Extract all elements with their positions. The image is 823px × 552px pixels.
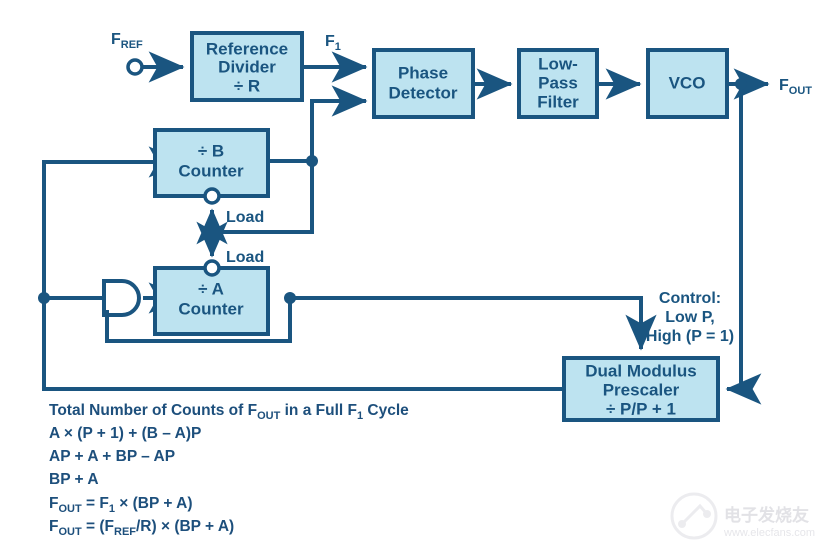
a-counter-line2: Counter	[178, 299, 244, 318]
formula-line-4: BP + A	[49, 471, 99, 488]
b-counter-line1: ÷ B	[198, 141, 224, 160]
formula-line-6: FOUT = (FREF/R) × (BP + A)	[49, 518, 234, 538]
junction-a-counter-output	[284, 292, 296, 304]
junction-b-counter-output	[306, 155, 318, 167]
prescaler-line3: ÷ P/P + 1	[606, 399, 676, 418]
phase-detector-line1: Phase	[398, 63, 448, 82]
label-load-bottom: Load	[226, 249, 264, 266]
vco-label: VCO	[669, 73, 706, 92]
low-pass-filter-line3: Filter	[537, 92, 579, 111]
fref-input-terminal	[126, 58, 144, 76]
pll-block-diagram-svg: Reference Divider ÷ R Phase Detector Low…	[38, 31, 815, 540]
label-fref: FREF	[111, 31, 143, 51]
reference-divider-line1: Reference	[206, 39, 288, 58]
control-note-line3: High (P = 1)	[646, 328, 734, 345]
label-load-top: Load	[226, 209, 264, 226]
formula-line-3: AP + A + BP – AP	[49, 448, 175, 465]
prescaler-line1: Dual Modulus	[585, 361, 696, 380]
watermark-url: www.elecfans.com	[723, 527, 815, 539]
wire-prescaler-to-counters-bus	[42, 146, 564, 391]
formula-line-2: A × (P + 1) + (B – A)P	[49, 425, 201, 442]
wire-a-counter-to-prescaler-control	[290, 296, 657, 351]
control-note-line1: Control:	[659, 290, 721, 307]
prescaler-line2: Prescaler	[603, 380, 680, 399]
a-counter-line1: ÷ A	[198, 279, 224, 298]
reference-divider-line3: ÷ R	[234, 76, 260, 95]
a-counter-load-terminal	[203, 259, 221, 277]
reference-divider-line2: Divider	[218, 57, 276, 76]
b-counter-line2: Counter	[178, 161, 244, 180]
watermark-logo	[670, 492, 718, 540]
formula-line-1: Total Number of Counts of FOUT in a Full…	[49, 402, 409, 422]
wire-bcounter-to-phase-detector	[268, 85, 368, 163]
label-f1: F1	[325, 33, 341, 53]
junction-feedback-bus	[38, 292, 50, 304]
phase-detector-line2: Detector	[389, 83, 458, 102]
label-fout: FOUT	[779, 77, 812, 97]
watermark-chinese-text: 电子发烧友	[724, 505, 809, 525]
b-counter-load-terminal	[203, 187, 221, 205]
low-pass-filter-line1: Low-	[538, 54, 578, 73]
junction-vco-output	[735, 78, 747, 90]
and-gate	[102, 279, 141, 317]
block-diagram-figure: Reference Divider ÷ R Phase Detector Low…	[0, 0, 823, 552]
low-pass-filter-line2: Pass	[538, 73, 578, 92]
control-note-line2: Low P,	[665, 309, 715, 326]
formula-line-5: FOUT = F1 × (BP + A)	[49, 495, 193, 515]
